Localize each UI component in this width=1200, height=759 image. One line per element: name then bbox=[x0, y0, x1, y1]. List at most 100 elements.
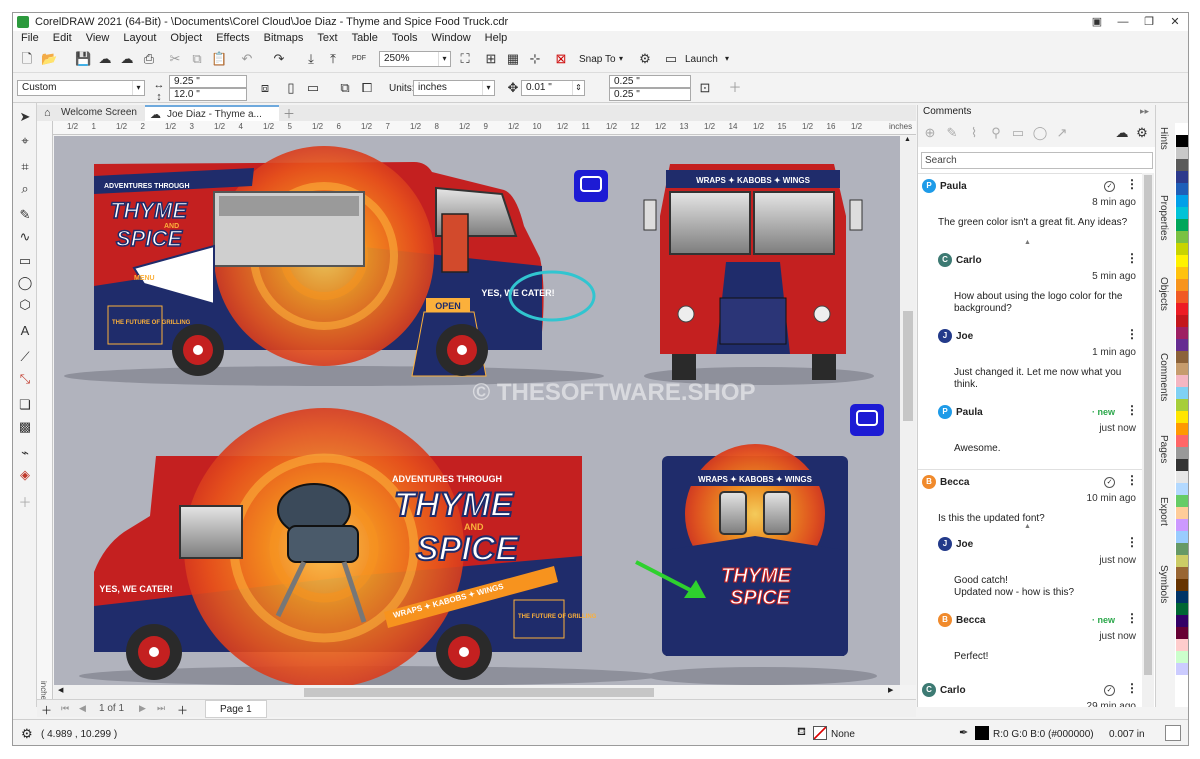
palette-swatch[interactable] bbox=[1176, 531, 1188, 543]
add-icon[interactable]: ＋ bbox=[727, 80, 743, 96]
help-window-icon[interactable]: ▣ bbox=[1084, 13, 1110, 31]
comments-scroll-thumb[interactable] bbox=[1144, 175, 1152, 675]
add-page-icon[interactable]: ＋ bbox=[41, 702, 52, 718]
landscape-icon[interactable]: ▭ bbox=[305, 80, 321, 96]
palette-swatch[interactable] bbox=[1176, 279, 1188, 291]
palette-swatch[interactable] bbox=[1176, 603, 1188, 615]
menu-window[interactable]: Window bbox=[432, 31, 471, 46]
palette-swatch[interactable] bbox=[1176, 159, 1188, 171]
arrow-annotate-icon[interactable]: ↗ bbox=[1054, 125, 1070, 141]
show-rulers-icon[interactable]: ⊞ bbox=[483, 51, 499, 67]
palette-swatch[interactable] bbox=[1176, 567, 1188, 579]
show-guidelines-icon[interactable]: ⊹ bbox=[527, 51, 543, 67]
all-pages-icon[interactable]: ⧉ bbox=[337, 80, 353, 96]
zoom-level-field[interactable]: 250% ▾ bbox=[379, 51, 451, 67]
menu-help[interactable]: Help bbox=[485, 31, 508, 46]
palette-swatch[interactable] bbox=[1176, 363, 1188, 375]
close-button[interactable]: ✕ bbox=[1162, 13, 1188, 31]
palette-swatch[interactable] bbox=[1176, 627, 1188, 639]
add-tool-icon[interactable]: ＋ bbox=[17, 495, 33, 511]
palette-swatch[interactable] bbox=[1176, 375, 1188, 387]
vertical-scroll-thumb[interactable] bbox=[903, 311, 913, 421]
menu-file[interactable]: File bbox=[21, 31, 39, 46]
collapse-replies-icon[interactable]: ▲ bbox=[1024, 239, 1031, 246]
palette-swatch[interactable] bbox=[1176, 615, 1188, 627]
menu-table[interactable]: Table bbox=[352, 31, 378, 46]
palette-swatch[interactable] bbox=[1176, 291, 1188, 303]
full-screen-icon[interactable]: ⛶ bbox=[457, 51, 473, 67]
palette-swatch[interactable] bbox=[1176, 411, 1188, 423]
bleed-icon[interactable]: ⊡ bbox=[697, 80, 713, 96]
menu-bitmaps[interactable]: Bitmaps bbox=[264, 31, 304, 46]
comments-options-icon[interactable]: ⚙ bbox=[1134, 125, 1150, 141]
publish-pdf-icon[interactable]: PDF bbox=[351, 51, 367, 67]
status-gear-icon[interactable]: ⚙ bbox=[21, 726, 33, 742]
nudge-distance-field[interactable]: 0.01 " ⇕ bbox=[521, 80, 585, 96]
current-page-icon[interactable]: ⧠ bbox=[359, 80, 375, 96]
palette-swatch[interactable] bbox=[1176, 507, 1188, 519]
palette-swatch[interactable] bbox=[1176, 147, 1188, 159]
palette-swatch[interactable] bbox=[1176, 303, 1188, 315]
palette-swatch[interactable] bbox=[1176, 663, 1188, 675]
export-icon[interactable]: ⤒ bbox=[325, 51, 341, 67]
palette-swatch[interactable] bbox=[1176, 255, 1188, 267]
next-page-icon[interactable]: ▶ bbox=[139, 703, 146, 714]
new-tab-icon[interactable]: ＋ bbox=[283, 105, 295, 122]
polygon-tool-icon[interactable]: ⬡ bbox=[17, 297, 33, 313]
palette-swatch[interactable] bbox=[1176, 483, 1188, 495]
menu-edit[interactable]: Edit bbox=[53, 31, 72, 46]
tab-document[interactable]: ☁ Joe Diaz - Thyme a... bbox=[145, 105, 279, 121]
ellipse-tool-icon[interactable]: ◯ bbox=[17, 275, 33, 291]
palette-swatch[interactable] bbox=[1176, 423, 1188, 435]
comment-marker-icon[interactable] bbox=[850, 404, 884, 436]
minimize-button[interactable]: — bbox=[1110, 13, 1136, 31]
comment-menu-icon[interactable]: ⋮ bbox=[1126, 612, 1138, 624]
docker-tab-properties[interactable]: Properties bbox=[1158, 195, 1169, 241]
import-icon[interactable]: ⤓ bbox=[303, 51, 319, 67]
add-comment-icon[interactable]: ⊕ bbox=[922, 125, 938, 141]
palette-swatch[interactable] bbox=[1176, 459, 1188, 471]
comments-scrollbar[interactable] bbox=[1142, 173, 1154, 707]
panel-collapse-icon[interactable]: ▸▸ bbox=[1140, 106, 1149, 117]
artistic-media-icon[interactable]: ∿ bbox=[17, 229, 33, 245]
zoom-tool-icon[interactable]: ⌕ bbox=[17, 181, 33, 197]
palette-swatch[interactable] bbox=[1176, 519, 1188, 531]
units-select[interactable]: inches ▾ bbox=[413, 80, 495, 96]
first-page-icon[interactable]: ⏮ bbox=[61, 703, 69, 714]
menu-text[interactable]: Text bbox=[317, 31, 337, 46]
comment-menu-icon[interactable]: ⋮ bbox=[1126, 178, 1138, 190]
palette-swatch[interactable] bbox=[1176, 183, 1188, 195]
palette-swatch[interactable] bbox=[1176, 171, 1188, 183]
palette-swatch[interactable] bbox=[1176, 327, 1188, 339]
palette-swatch[interactable] bbox=[1176, 135, 1188, 147]
chevron-down-icon[interactable]: ▾ bbox=[725, 54, 729, 63]
redo-icon[interactable]: ↷ bbox=[271, 51, 287, 67]
comment-menu-icon[interactable]: ⋮ bbox=[1126, 536, 1138, 548]
last-page-icon[interactable]: ⏭ bbox=[157, 703, 165, 714]
dimension-tool-icon[interactable]: ⟋ bbox=[17, 349, 33, 365]
docker-tab-pages[interactable]: Pages bbox=[1158, 435, 1169, 463]
tab-welcome-screen[interactable]: ⌂ Welcome Screen bbox=[39, 105, 143, 121]
palette-swatch[interactable] bbox=[1176, 543, 1188, 555]
pick-tool-icon[interactable]: ➤ bbox=[17, 109, 33, 125]
docker-tab-objects[interactable]: Objects bbox=[1158, 277, 1169, 311]
palette-swatch[interactable] bbox=[1176, 651, 1188, 663]
print-icon[interactable]: ⎙ bbox=[141, 51, 157, 67]
horizontal-scroll-thumb[interactable] bbox=[304, 688, 654, 697]
rectangle-annotate-icon[interactable]: ▭ bbox=[1010, 125, 1026, 141]
palette-swatch[interactable] bbox=[1176, 399, 1188, 411]
truck-rear-view[interactable]: WRAPS ✦ KABOBS ✦ WINGS THYME SPICE bbox=[662, 444, 848, 656]
eyedropper-icon[interactable]: ⌁ bbox=[17, 445, 33, 461]
truck-side-view-right[interactable]: ADVENTURES THROUGH THYME AND SPICE WRAPS… bbox=[94, 408, 597, 685]
alignment-guides-icon[interactable]: ⊠ bbox=[553, 51, 569, 67]
docker-tab-hints[interactable]: Hints bbox=[1158, 127, 1169, 150]
cut-icon[interactable]: ✂ bbox=[167, 51, 183, 67]
menu-view[interactable]: View bbox=[86, 31, 110, 46]
palette-swatch[interactable] bbox=[1176, 339, 1188, 351]
paste-icon[interactable]: 📋 bbox=[211, 51, 227, 67]
palette-swatch[interactable] bbox=[1176, 387, 1188, 399]
share-cloud-icon[interactable]: ☁ bbox=[1114, 125, 1130, 141]
palette-swatch[interactable] bbox=[1176, 207, 1188, 219]
add-page-after-icon[interactable]: ＋ bbox=[177, 702, 188, 718]
docker-tab-comments[interactable]: Comments bbox=[1158, 353, 1169, 401]
